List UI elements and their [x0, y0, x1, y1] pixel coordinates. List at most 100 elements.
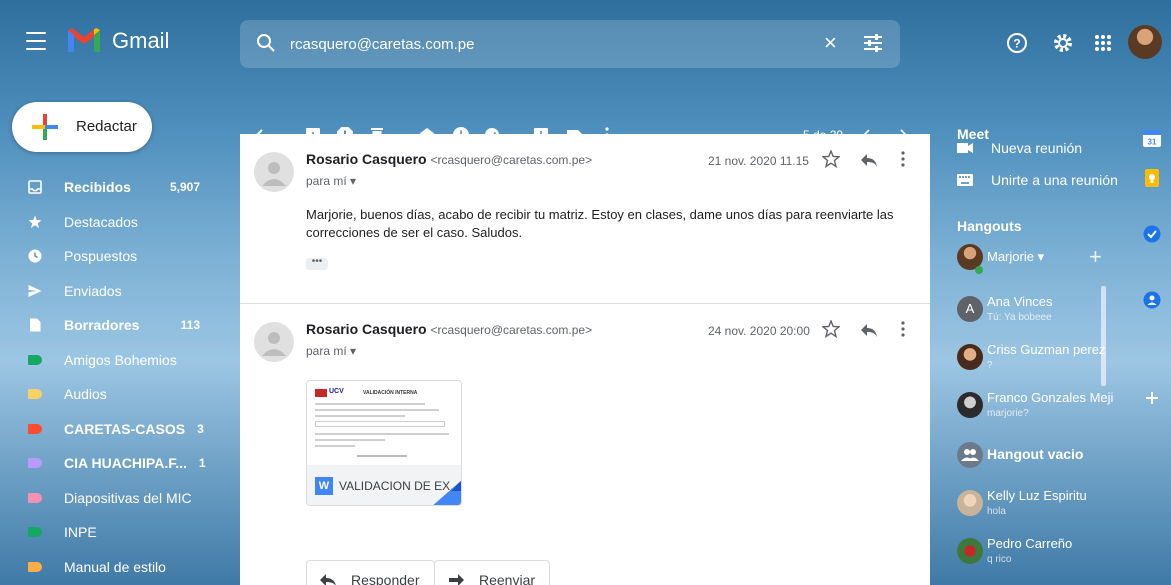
contact-avatar — [957, 490, 983, 516]
join-meeting-label: Unirte a una reunión — [991, 172, 1118, 188]
nav-item-count: 5,907 — [169, 180, 200, 195]
hangouts-scrollbar[interactable] — [1101, 286, 1106, 386]
label-item-caretas-casos[interactable]: CARETAS-CASOS 3 — [0, 412, 220, 447]
clear-search-icon[interactable]: × — [824, 32, 837, 54]
nav-item-label: Recibidos — [64, 179, 131, 196]
contact-name: Franco Gonzales Meji — [987, 390, 1114, 405]
preview-line — [357, 455, 407, 457]
contact-name: Pedro Carreño — [987, 536, 1073, 551]
calendar-icon[interactable]: 31 — [1142, 128, 1162, 148]
apps-grid-icon[interactable] — [1092, 32, 1114, 54]
nav-item-drafts[interactable]: Borradores 113 — [0, 308, 220, 343]
reply-arrow-icon[interactable] — [860, 322, 878, 338]
label-item-cia-huachipa[interactable]: CIA HUACHIPA.F... 1 — [0, 446, 220, 481]
thread-message[interactable]: Rosario Casquero <rcasquero@caretas.com.… — [240, 134, 930, 304]
new-conversation-plus-icon[interactable]: + — [1089, 244, 1102, 270]
side-panel-addons: 31 — [1136, 98, 1171, 585]
send-icon — [28, 284, 42, 297]
search-options-icon[interactable] — [862, 32, 884, 54]
keep-notes-icon[interactable] — [1142, 168, 1162, 188]
recipient-dropdown[interactable]: para mí ▾ — [306, 344, 356, 358]
reply-arrow-icon — [320, 574, 336, 585]
contact-name: Criss Guzman perez — [987, 342, 1106, 357]
more-vert-icon[interactable] — [900, 320, 906, 338]
account-avatar[interactable] — [1128, 25, 1162, 59]
join-meeting-link[interactable]: Unirte a una reunión — [957, 172, 1118, 188]
label-tag-icon — [28, 561, 42, 572]
message-date: 24 nov. 2020 20:00 — [708, 324, 810, 338]
reply-arrow-icon[interactable] — [860, 152, 878, 168]
search-input[interactable] — [290, 32, 790, 56]
sender: Rosario Casquero <rcasquero@caretas.com.… — [306, 321, 592, 337]
contacts-icon[interactable] — [1142, 290, 1162, 310]
compose-button[interactable]: Redactar — [12, 102, 152, 152]
my-name-dropdown[interactable]: Marjorie ▾ — [987, 249, 1044, 265]
help-icon[interactable]: ? — [1006, 32, 1028, 54]
contact-status: q rico — [987, 554, 1012, 565]
label-name: CIA HUACHIPA.F... — [64, 455, 187, 472]
contact-avatar — [957, 538, 983, 564]
forward-arrow-icon — [449, 574, 464, 585]
nav-item-sent[interactable]: Enviados — [0, 274, 220, 309]
hangouts-heading: Hangouts — [957, 218, 1022, 234]
hangouts-self[interactable]: Marjorie ▾ + — [957, 236, 1117, 284]
preview-line — [315, 403, 425, 405]
label-name: Audios — [64, 386, 107, 403]
app-name[interactable]: Gmail — [112, 28, 169, 54]
hangout-contact[interactable]: Criss Guzman perez ? — [957, 336, 1117, 384]
label-tag-icon — [28, 527, 42, 538]
nav-item-snoozed[interactable]: Pospuestos — [0, 239, 220, 274]
nav-item-starred[interactable]: Destacados — [0, 205, 220, 240]
contact-name: Ana Vinces — [987, 294, 1053, 309]
main-menu-button[interactable] — [26, 32, 46, 50]
tasks-icon[interactable] — [1142, 224, 1162, 244]
star-outline-icon[interactable] — [822, 150, 840, 168]
hangout-contact[interactable]: Franco Gonzales Meji marjorie? — [957, 384, 1117, 432]
sender-email: <rcasquero@caretas.com.pe> — [430, 323, 593, 337]
preview-line — [315, 415, 405, 417]
star-outline-icon[interactable] — [822, 320, 840, 338]
show-trimmed-content-button[interactable]: ••• — [306, 257, 328, 270]
svg-text:?: ? — [1013, 37, 1020, 51]
inbox-icon — [28, 180, 42, 195]
label-name: Amigos Bohemios — [64, 351, 177, 368]
label-item-inpe[interactable]: INPE — [0, 515, 220, 550]
gmail-logo-icon[interactable] — [66, 26, 102, 54]
message-date: 21 nov. 2020 11.15 — [708, 154, 809, 168]
attachment-corner-fold-icon — [433, 480, 461, 505]
label-item-audios[interactable]: Audios — [0, 377, 220, 412]
message-thread: Rosario Casquero <rcasquero@caretas.com.… — [240, 134, 930, 585]
plus-icon — [32, 114, 58, 140]
label-name: Diapositivas del MIC — [64, 489, 192, 506]
star-icon — [28, 215, 42, 228]
new-meeting-link[interactable]: Nueva reunión — [957, 140, 1082, 156]
preview-title: VALIDACIÓN INTERNA — [363, 390, 418, 396]
hangout-contact[interactable]: Pedro Carreño q rico — [957, 530, 1117, 578]
reply-label: Responder — [351, 572, 420, 585]
more-vert-icon[interactable] — [900, 150, 906, 168]
recipient-dropdown[interactable]: para mí ▾ — [306, 174, 356, 188]
draft-icon — [30, 318, 41, 332]
reply-button[interactable]: Responder — [306, 560, 435, 585]
thread-message[interactable]: Rosario Casquero <rcasquero@caretas.com.… — [240, 304, 930, 585]
hangout-contact[interactable]: A Ana Vinces Tú: Ya bobeee — [957, 288, 1117, 336]
label-tag-icon — [28, 354, 42, 365]
new-meeting-label: Nueva reunión — [991, 140, 1083, 156]
ucv-logo-icon — [315, 389, 327, 397]
label-item-amigos-bohemios[interactable]: Amigos Bohemios — [0, 343, 220, 378]
label-item-manual-de-estilo[interactable]: Manual de estilo — [0, 550, 220, 585]
get-addons-plus-icon[interactable] — [1142, 388, 1162, 408]
forward-button[interactable]: Reenviar — [434, 560, 551, 585]
sender-avatar — [254, 322, 294, 362]
hangout-contact[interactable]: Kelly Luz Espiritu hola — [957, 482, 1117, 530]
preview-org: UCV — [329, 388, 344, 395]
nav-item-inbox[interactable]: Recibidos 5,907 — [0, 170, 220, 205]
hangout-contact[interactable]: Hangout vacio — [957, 434, 1117, 482]
search-box[interactable]: × — [240, 20, 900, 68]
settings-gear-icon[interactable] — [1052, 32, 1074, 54]
attachment-card[interactable]: UCV VALIDACIÓN INTERNA W VALIDACION DE E… — [306, 380, 462, 506]
label-item-diapositivas[interactable]: Diapositivas del MIC — [0, 481, 220, 516]
nav-item-label: Borradores — [64, 317, 140, 334]
search-icon[interactable] — [256, 33, 276, 53]
video-camera-icon — [957, 143, 973, 153]
